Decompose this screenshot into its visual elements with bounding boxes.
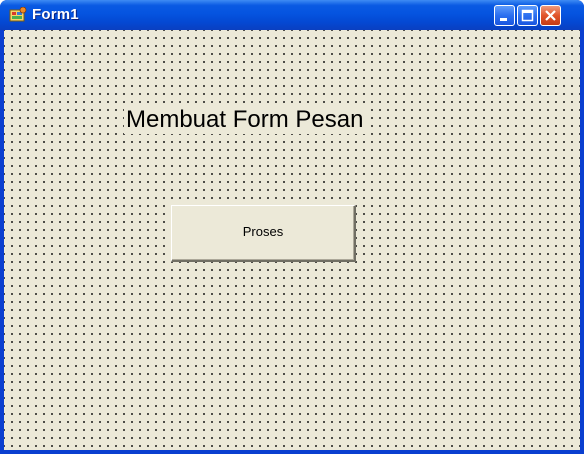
form-design-surface[interactable]: Membuat Form Pesan Proses — [4, 30, 580, 450]
maximize-icon — [521, 9, 534, 22]
proses-button[interactable]: Proses — [171, 205, 356, 262]
form-label: Membuat Form Pesan — [124, 106, 370, 134]
close-button[interactable] — [540, 5, 561, 26]
window-title: Form1 — [32, 6, 79, 23]
minimize-button[interactable] — [494, 5, 515, 26]
close-icon — [545, 10, 556, 21]
maximize-button[interactable] — [517, 5, 538, 26]
minimize-icon — [500, 18, 507, 21]
app-icon[interactable] — [9, 6, 27, 24]
title-bar[interactable]: Form1 — [0, 0, 584, 30]
form1-window: Form1 Membuat Form Pesan Proses — [0, 0, 584, 454]
